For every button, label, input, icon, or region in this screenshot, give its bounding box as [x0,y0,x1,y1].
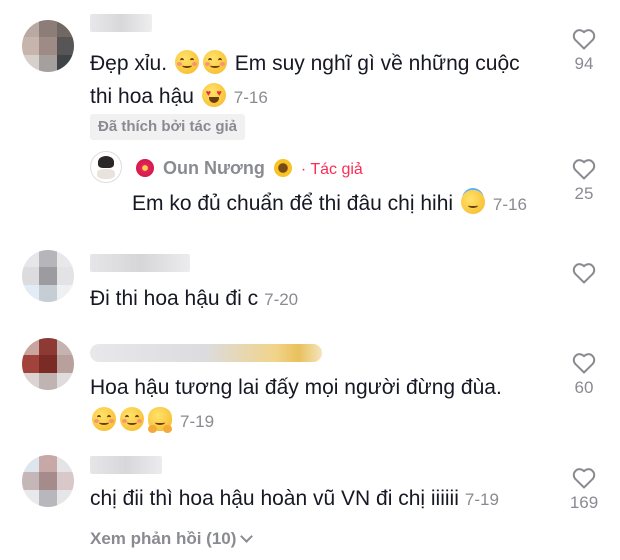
reply-item: Oun Nương · Tác giả Em ko đủ chuẩn để th… [0,145,620,235]
hugging-emoji-icon [148,407,172,433]
comment-date: 7-16 [233,88,268,107]
relieved-emoji-icon [202,50,227,74]
view-replies-button[interactable]: Xem phản hồi (10) [90,529,254,549]
relieved-emoji-icon [174,50,199,74]
comment-item: chị đii thì hoa hậu hoàn vũ VN đi chị ii… [0,445,620,525]
heart-outline-icon [572,263,596,284]
comment-text: Hoa hậu tương lai đấy mọi người đừng đùa… [90,376,502,433]
comment-text: chị đii thì hoa hậu hoàn vũ VN đi chị ii… [90,487,499,510]
comment-text: Đi thi hoa hậu đi c 7-20 [90,287,299,310]
halo-emoji-icon [460,190,485,214]
heart-eyes-emoji-icon: ♥ ♥ [201,83,226,107]
username-blurred[interactable] [90,14,152,32]
like-count: 169 [569,493,599,512]
comment-date: 7-19 [180,412,215,431]
chevron-down-icon [240,530,254,543]
like-button[interactable]: 169 [564,467,604,513]
like-count: 60 [574,378,594,397]
avatar[interactable] [22,250,74,302]
heart-outline-icon [572,468,596,489]
username-blurred[interactable] [90,254,190,272]
smiling-emoji-icon [92,407,116,431]
avatar[interactable] [22,455,74,507]
author-tag: · Tác giả [300,161,363,178]
comment-item: Hoa hậu tương lai đấy mọi người đừng đùa… [0,330,620,440]
comment-item: Đẹp xỉu. Em suy nghĩ gì về những cuộc th… [0,0,620,145]
reply-author-line[interactable]: Oun Nương · Tác giả [132,156,363,182]
view-replies-label: Xem phản hồi (10) [90,529,237,548]
reply-text: Em ko đủ chuẩn để thi đâu chị hihi 7-16 [132,190,527,215]
like-button[interactable]: 94 [564,28,604,74]
comment-date: 7-19 [464,490,499,509]
comment-text: Đẹp xỉu. Em suy nghĩ gì về những cuộc th… [90,50,520,108]
like-count [564,288,604,306]
like-count: 25 [574,184,594,203]
reply-date: 7-16 [492,195,527,214]
liked-by-author-badge: Đã thích bởi tác giả [90,114,246,140]
author-avatar[interactable] [90,151,122,183]
username-blurred[interactable] [90,456,162,474]
like-count: 94 [574,54,594,73]
hibiscus-icon [136,159,154,177]
author-name: Oun Nương [163,158,265,178]
comment-date: 7-20 [264,290,299,309]
avatar[interactable] [22,338,74,390]
heart-outline-icon [572,353,596,374]
blush-emoji-icon [120,407,144,431]
like-button[interactable]: 60 [564,352,604,398]
like-button[interactable]: 25 [564,158,604,204]
sunflower-icon [273,159,292,177]
like-button[interactable] [564,262,604,306]
username-blurred[interactable] [90,344,322,362]
comment-item: Đi thi hoa hậu đi c 7-20 [0,240,620,330]
avatar[interactable] [22,20,74,72]
heart-outline-icon [572,159,596,180]
heart-outline-icon [572,29,596,50]
